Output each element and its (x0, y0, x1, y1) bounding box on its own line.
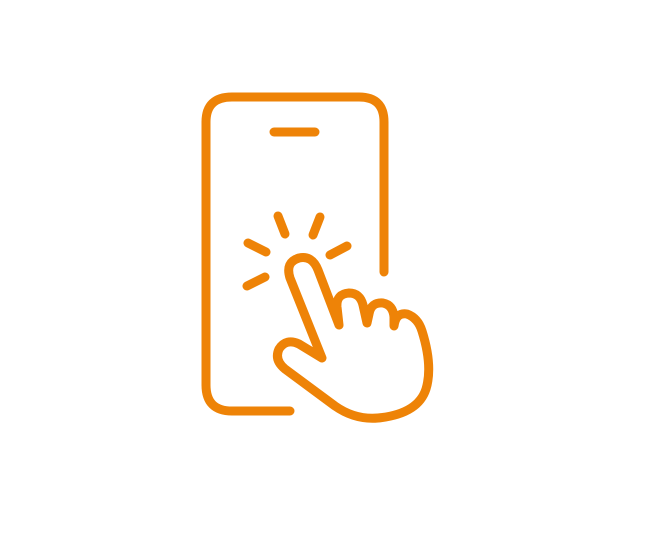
hand-outline (273, 253, 434, 423)
phone-tap-icon-graphic (201, 92, 434, 423)
tap-ray-3 (308, 212, 325, 240)
tap-ray-5 (242, 272, 270, 291)
tap-ray-4 (325, 241, 352, 260)
tap-ray-1 (243, 238, 271, 257)
tap-ray-2 (273, 211, 290, 239)
icon-canvas (0, 0, 650, 550)
phone-outline (201, 92, 389, 416)
phone-tap-icon (0, 0, 650, 550)
